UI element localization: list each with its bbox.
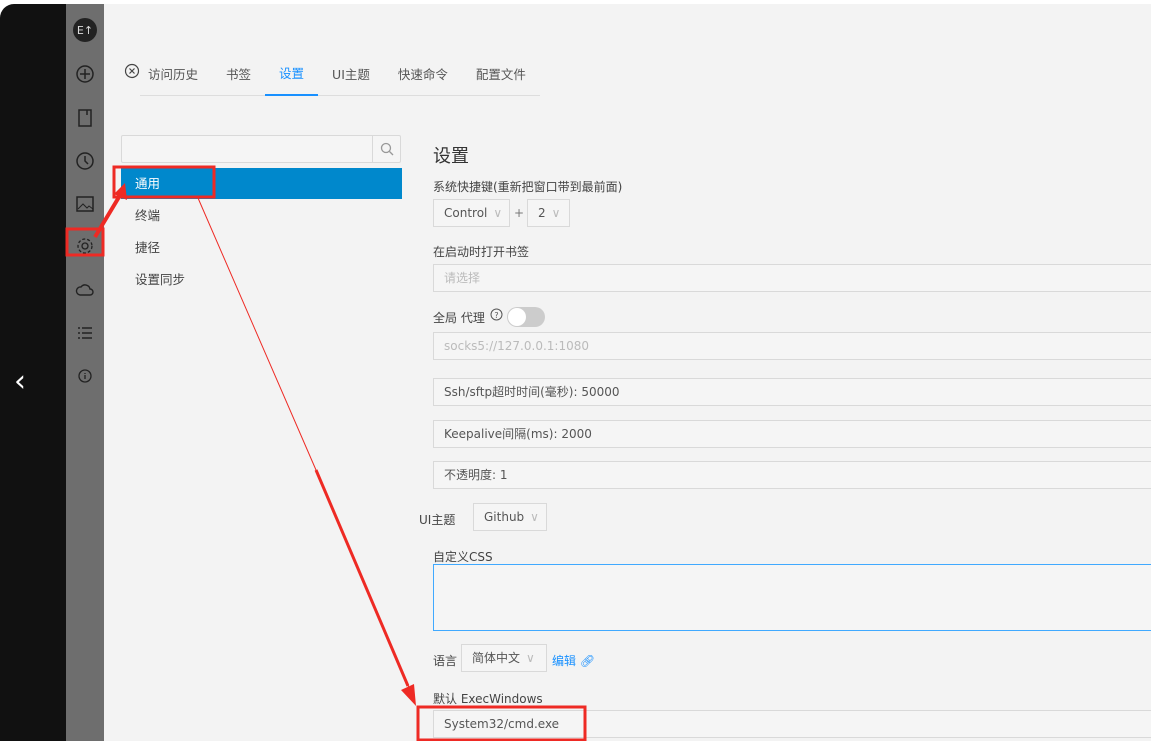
tab-settings[interactable]: 设置 [265, 60, 319, 96]
tab-ui-theme[interactable]: UI主题 [318, 61, 384, 96]
hotkey-label: 系统快捷键(重新把窗口带到最前面) [433, 180, 623, 194]
language-select[interactable]: 简体中文 ∨ [461, 644, 547, 672]
hotkey-modifier-value: Control [444, 206, 488, 220]
chevron-down-icon: ∨ [493, 206, 503, 220]
tab-quick-commands[interactable]: 快速命令 [383, 61, 462, 96]
hotkey-key-select[interactable]: 2 ∨ [527, 199, 570, 227]
main-content: 访问历史 书签 设置 UI主题 快速命令 配置文件 通用 终端 捷径 设置同步 … [104, 4, 1151, 741]
proxy-label: 全局 代理 [433, 311, 485, 325]
theme-label: UI主题 [419, 513, 456, 527]
help-icon[interactable]: ? [490, 308, 503, 324]
svg-text:?: ? [494, 311, 498, 320]
left-panel: ‹ [0, 4, 66, 741]
edit-language-link[interactable]: 编辑 🔗︎ [552, 652, 595, 669]
theme-select[interactable]: Github ∨ [473, 503, 547, 531]
hotkey-key-value: 2 [538, 206, 546, 220]
chevron-down-icon: ∨ [530, 510, 539, 524]
settings-nav-general[interactable]: 通用 [121, 168, 402, 199]
startup-bookmark-select[interactable]: 请选择 [433, 264, 1151, 292]
svg-text:E↑: E↑ [77, 24, 93, 37]
settings-nav-sync[interactable]: 设置同步 [121, 264, 402, 295]
search-icon[interactable] [372, 136, 400, 162]
chevron-down-icon: ∨ [551, 206, 561, 220]
tab-bookmarks[interactable]: 书签 [212, 61, 266, 96]
close-icon[interactable] [124, 63, 140, 94]
tab-history[interactable]: 访问历史 [140, 61, 213, 96]
image-icon[interactable] [73, 192, 97, 216]
settings-nav-shortcuts[interactable]: 捷径 [121, 232, 402, 263]
gear-icon[interactable] [73, 234, 97, 258]
sidebar: E↑ [66, 4, 104, 741]
keepalive-input[interactable]: Keepalive间隔(ms): 2000 [433, 420, 1151, 448]
back-arrow-icon[interactable]: ‹ [14, 364, 26, 399]
toggle-knob [508, 308, 526, 326]
settings-search-input[interactable] [121, 135, 401, 163]
list-icon[interactable] [73, 321, 97, 345]
hotkey-modifier-select[interactable]: Control ∨ [433, 199, 510, 227]
opacity-input[interactable]: 不透明度: 1 [433, 461, 1151, 489]
info-icon[interactable] [73, 364, 97, 388]
bookmark-icon[interactable] [73, 106, 97, 130]
language-value: 简体中文 [472, 651, 521, 665]
exec-windows-input[interactable]: System32/cmd.exe [433, 710, 1151, 738]
theme-value: Github [484, 510, 525, 524]
cloud-sync-icon[interactable] [73, 278, 97, 302]
custom-css-textarea[interactable] [433, 564, 1151, 631]
css-label: 自定义CSS [433, 550, 493, 564]
proxy-input[interactable]: socks5://127.0.0.1:1080 [433, 332, 1151, 360]
page-title: 设置 [433, 146, 469, 167]
tab-profiles[interactable]: 配置文件 [461, 61, 540, 96]
link-icon: 🔗︎ [579, 654, 596, 668]
plus-sign: + [514, 206, 525, 220]
logo-icon[interactable]: E↑ [73, 18, 97, 42]
language-label: 语言 [433, 654, 458, 668]
tab-bar: 访问历史 书签 设置 UI主题 快速命令 配置文件 [124, 60, 540, 96]
edit-link-text: 编辑 [552, 654, 577, 668]
add-icon[interactable] [73, 62, 97, 86]
bookmark-label: 在启动时打开书签 [433, 245, 530, 259]
settings-nav-terminal[interactable]: 终端 [121, 200, 402, 231]
timeout-input[interactable]: Ssh/sftp超时时间(毫秒): 50000 [433, 378, 1151, 406]
history-icon[interactable] [73, 149, 97, 173]
proxy-toggle[interactable] [507, 307, 545, 327]
exec-label: 默认 ExecWindows [433, 692, 543, 706]
chevron-down-icon: ∨ [526, 651, 535, 665]
